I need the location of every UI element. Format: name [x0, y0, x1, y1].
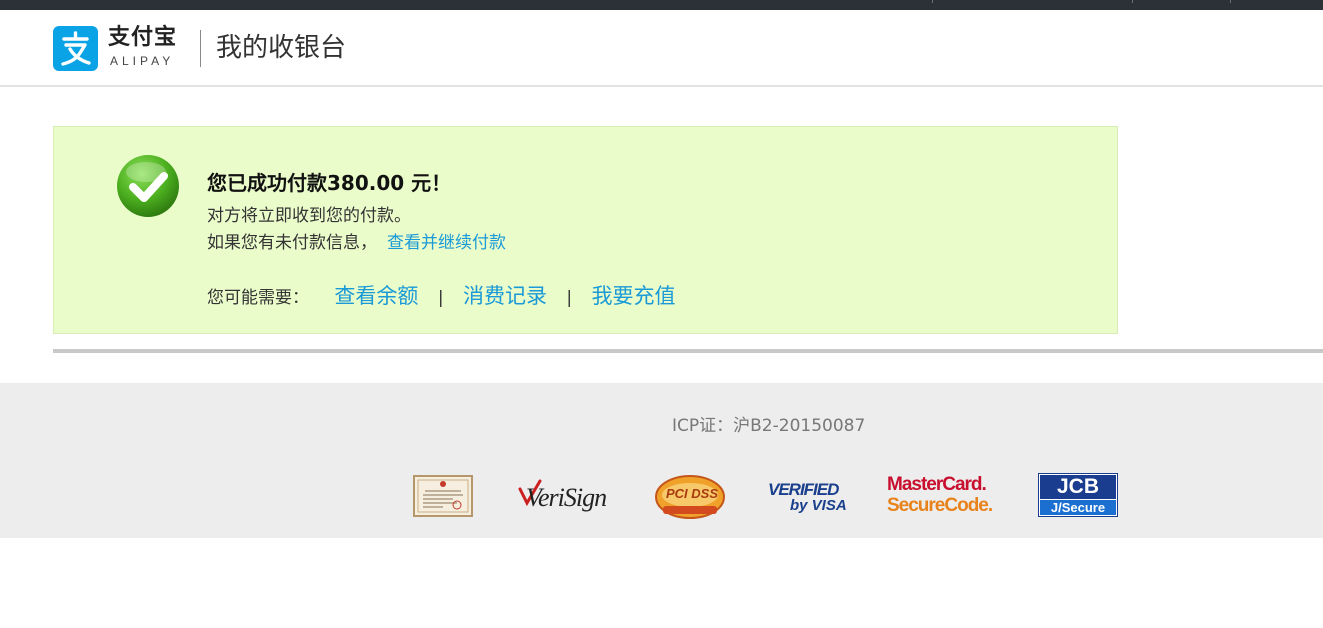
pci-dss-text: PCI DSS: [666, 486, 719, 501]
logo-subtext: ALIPAY: [110, 54, 175, 68]
verified-by-visa-badge[interactable]: VERIFIED by VISA: [768, 475, 848, 519]
header-divider: [200, 30, 201, 67]
unpaid-notice-text: 如果您有未付款信息，: [207, 233, 377, 253]
suggested-actions-label: 您可能需要：: [207, 288, 309, 308]
visa-by-text: by VISA: [790, 497, 847, 514]
top-bar-divider: [932, 0, 933, 3]
top-up-link[interactable]: 我要充值: [592, 284, 676, 308]
continue-payment-link[interactable]: 查看并继续付款: [387, 233, 506, 253]
jsecure-text: J/Secure: [1050, 500, 1106, 515]
suggested-actions: 您可能需要： 查看余额 | 消费记录 | 我要充值: [207, 282, 676, 312]
payment-success-panel: 您已成功付款380.00 元！ 对方将立即收到您的付款。 如果您有未付款信息， 查…: [53, 126, 1118, 334]
page-title: 我的收银台: [216, 33, 347, 63]
section-divider: [53, 349, 1323, 353]
icp-license: ICP证：沪B2-20150087: [672, 416, 866, 436]
mastercard-securecode-badge[interactable]: MasterCard. SecureCode.: [885, 474, 995, 520]
recipient-notice: 对方将立即收到您的付款。: [207, 206, 411, 226]
jcb-jsecure-badge[interactable]: JCB J/Secure: [1038, 473, 1118, 517]
footer: ICP证：沪B2-20150087 VeriSign PCI DSS VERIF…: [0, 383, 1323, 538]
success-message: 您已成功付款380.00 元！: [207, 171, 452, 195]
verisign-text: VeriSign: [526, 483, 607, 512]
jcb-text: JCB: [1056, 475, 1099, 498]
unpaid-notice: 如果您有未付款信息， 查看并继续付款: [207, 232, 506, 254]
pci-dss-badge[interactable]: PCI DSS: [655, 474, 725, 520]
securecode-text: SecureCode.: [887, 495, 993, 516]
alipay-logo-icon[interactable]: [53, 26, 98, 71]
purchase-history-link[interactable]: 消费记录: [463, 284, 547, 308]
logo-text: 支付宝: [108, 25, 178, 50]
top-bar-divider: [1132, 0, 1133, 3]
top-bar: [0, 0, 1323, 10]
mastercard-text: MasterCard.: [887, 474, 987, 495]
verisign-badge[interactable]: VeriSign: [518, 477, 613, 519]
license-certificate-icon[interactable]: [413, 475, 473, 517]
top-bar-divider: [1230, 0, 1231, 3]
header: 支付宝 ALIPAY 我的收银台: [0, 10, 1323, 87]
link-separator: |: [566, 288, 573, 308]
view-balance-link[interactable]: 查看余额: [334, 284, 418, 308]
success-check-icon: [117, 155, 179, 217]
link-separator: |: [437, 288, 444, 308]
